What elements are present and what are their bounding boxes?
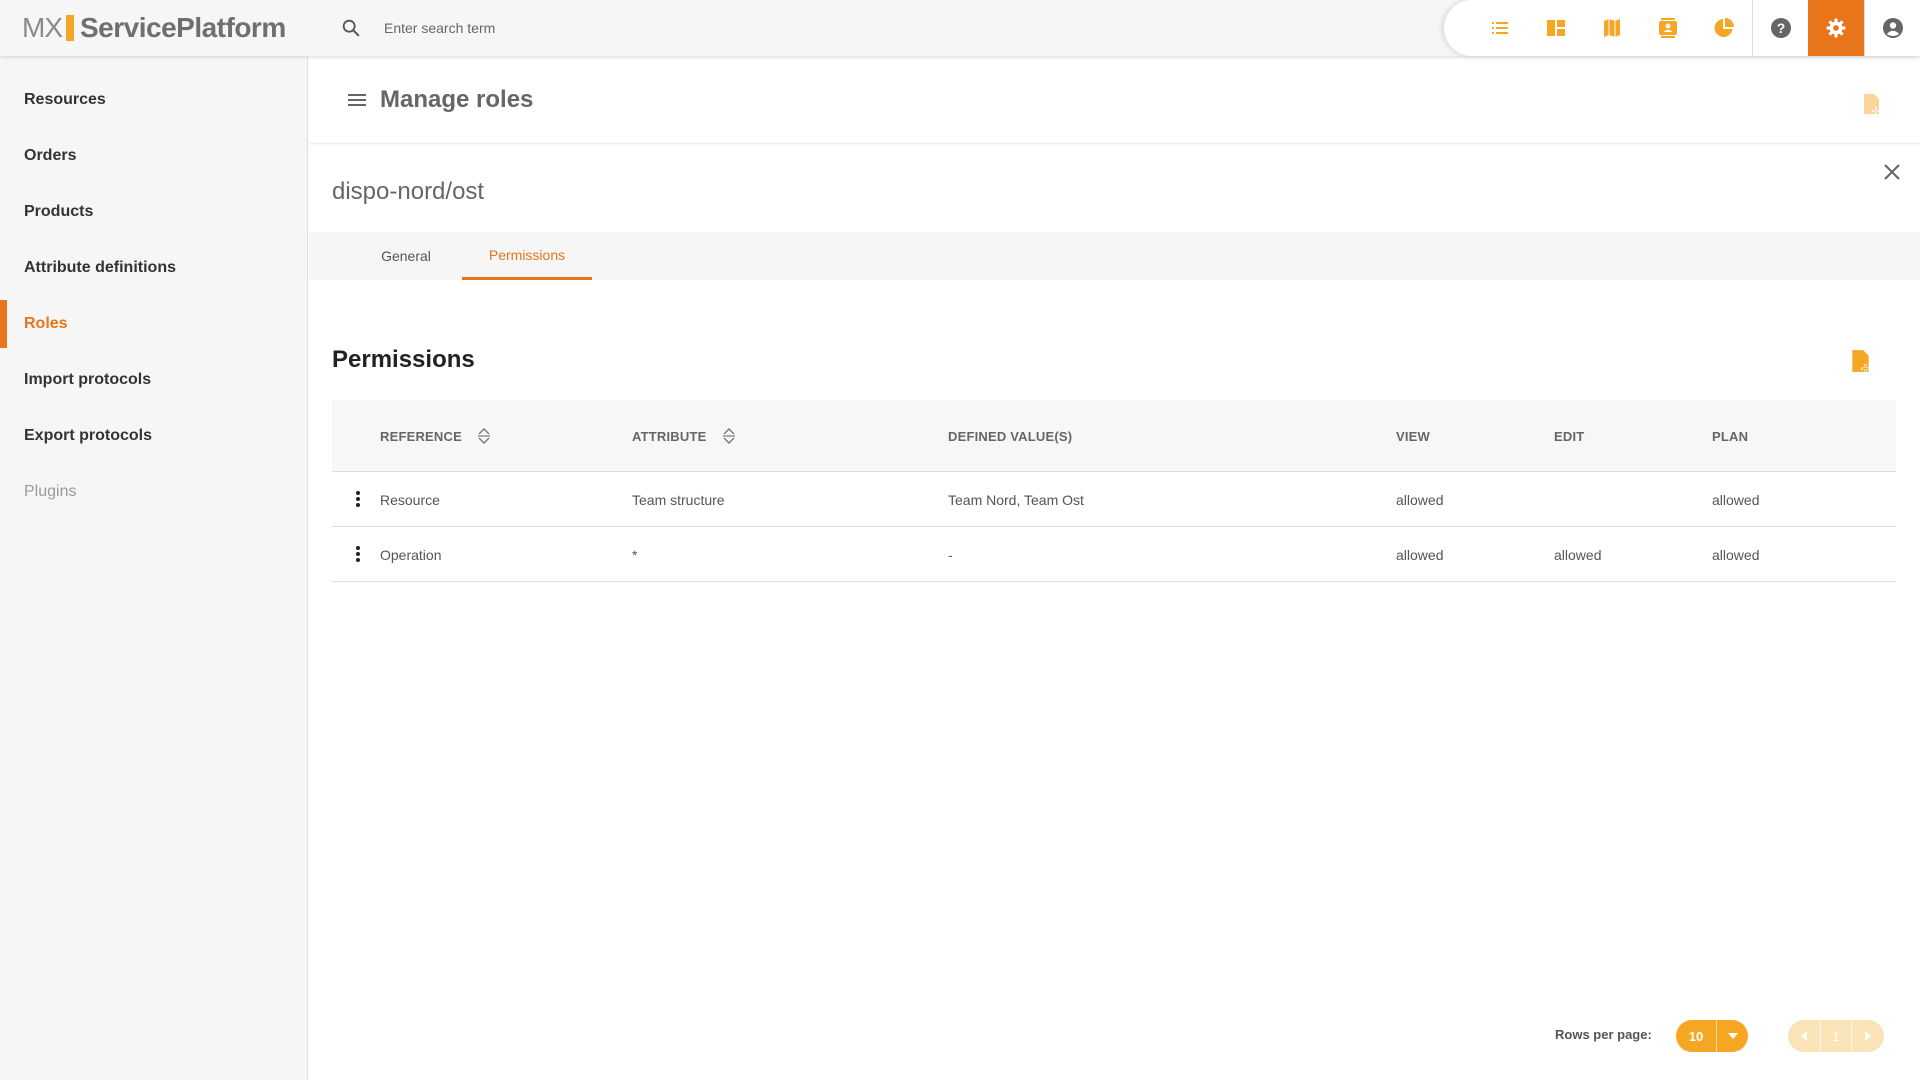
rows-per-page-value: 10 xyxy=(1688,1028,1704,1044)
cell-attribute: Team structure xyxy=(632,491,725,508)
map-icon[interactable] xyxy=(1584,0,1640,56)
search-box xyxy=(340,14,784,42)
cell-view: allowed xyxy=(1396,546,1444,563)
cell-attribute: * xyxy=(632,546,638,563)
column-view: VIEW xyxy=(1396,428,1431,444)
row-menu-icon[interactable] xyxy=(346,486,370,512)
pager: 1 xyxy=(1788,1020,1884,1052)
cell-defined-values: Team Nord, Team Ost xyxy=(948,491,1084,508)
logo-name: ServicePlatform xyxy=(80,12,286,43)
toolbar: ? xyxy=(1444,0,1920,56)
sidebar-item-label: Attribute definitions xyxy=(24,259,176,276)
logo-mx: MX xyxy=(22,12,63,43)
sidebar-item-resources[interactable]: Resources xyxy=(0,72,307,128)
rows-per-page-select[interactable]: 10 xyxy=(1676,1020,1748,1052)
next-page-icon[interactable] xyxy=(1852,1020,1884,1052)
sidebar-item-plugins: Plugins xyxy=(0,464,307,520)
contacts-icon[interactable] xyxy=(1640,0,1696,56)
logo-bar xyxy=(66,15,74,41)
tab-permissions[interactable]: Permissions xyxy=(462,232,592,280)
tab-general[interactable]: General xyxy=(341,232,471,280)
sidebar-item-label: Orders xyxy=(24,147,77,164)
sidebar-item-label: Plugins xyxy=(24,483,77,500)
sidebar-item-roles[interactable]: Roles xyxy=(0,296,307,352)
search-input[interactable] xyxy=(384,20,784,36)
page-title: Manage roles xyxy=(380,86,534,113)
sidebar-item-orders[interactable]: Orders xyxy=(0,128,307,184)
add-document-icon[interactable] xyxy=(1860,92,1884,116)
sidebar-item-export-protocols[interactable]: Export protocols xyxy=(0,408,307,464)
sidebar-item-products[interactable]: Products xyxy=(0,184,307,240)
column-label: ATTRIBUTE xyxy=(632,428,707,444)
sidebar: Resources Orders Products Attribute defi… xyxy=(0,56,308,1080)
main-header: Manage roles xyxy=(309,56,1920,144)
column-reference: REFERENCE xyxy=(380,400,492,472)
permissions-table: REFERENCE ATTRIBUTE DEFINED VALUE(S) VIE… xyxy=(332,400,1896,582)
sort-icon[interactable] xyxy=(721,427,737,445)
rows-per-page-label: Rows per page: xyxy=(1555,1027,1652,1042)
cell-plan: allowed xyxy=(1712,546,1760,563)
table-header: REFERENCE ATTRIBUTE DEFINED VALUE(S) VIE… xyxy=(332,400,1896,472)
table-row: Operation * - allowed allowed allowed xyxy=(332,527,1896,582)
list-icon[interactable] xyxy=(1472,0,1528,56)
menu-icon[interactable] xyxy=(345,88,369,112)
page-number: 1 xyxy=(1820,1020,1852,1052)
tab-bar: General Permissions xyxy=(309,232,1920,280)
column-defined-values: DEFINED VALUE(S) xyxy=(948,428,1073,444)
sidebar-item-label: Products xyxy=(24,203,94,220)
sidebar-item-label: Export protocols xyxy=(24,427,153,444)
row-menu-icon[interactable] xyxy=(346,541,370,567)
pie-chart-icon[interactable] xyxy=(1696,0,1752,56)
column-edit: EDIT xyxy=(1554,428,1585,444)
column-label: REFERENCE xyxy=(380,428,462,444)
cell-reference: Resource xyxy=(380,491,440,508)
sidebar-item-label: Import protocols xyxy=(24,371,152,388)
close-icon[interactable] xyxy=(1880,160,1904,184)
cell-edit: allowed xyxy=(1554,546,1602,563)
cell-view: allowed xyxy=(1396,491,1444,508)
app-logo[interactable]: MX ServicePlatform xyxy=(22,12,286,44)
help-icon[interactable]: ? xyxy=(1752,0,1808,56)
add-permission-icon[interactable] xyxy=(1848,348,1874,374)
settings-icon[interactable] xyxy=(1808,0,1864,56)
sort-icon[interactable] xyxy=(476,427,492,445)
sidebar-item-import-protocols[interactable]: Import protocols xyxy=(0,352,307,408)
column-attribute: ATTRIBUTE xyxy=(632,400,737,472)
svg-text:?: ? xyxy=(1776,20,1785,36)
sidebar-item-label: Resources xyxy=(24,91,106,108)
top-bar: MX ServicePlatform ? xyxy=(0,0,1920,56)
search-icon[interactable] xyxy=(340,17,362,39)
prev-page-icon[interactable] xyxy=(1788,1020,1820,1052)
dashboard-icon[interactable] xyxy=(1528,0,1584,56)
caret-down-icon xyxy=(1717,1032,1748,1040)
account-icon[interactable] xyxy=(1864,0,1920,56)
cell-reference: Operation xyxy=(380,546,442,563)
cell-plan: allowed xyxy=(1712,491,1760,508)
column-plan: PLAN xyxy=(1712,428,1749,444)
table-row: Resource Team structure Team Nord, Team … xyxy=(332,472,1896,527)
sidebar-item-label: Roles xyxy=(24,315,68,332)
role-name: dispo-nord/ost xyxy=(332,178,485,205)
sidebar-item-attribute-definitions[interactable]: Attribute definitions xyxy=(0,240,307,296)
cell-defined-values: - xyxy=(948,546,953,563)
section-title: Permissions xyxy=(332,346,475,373)
